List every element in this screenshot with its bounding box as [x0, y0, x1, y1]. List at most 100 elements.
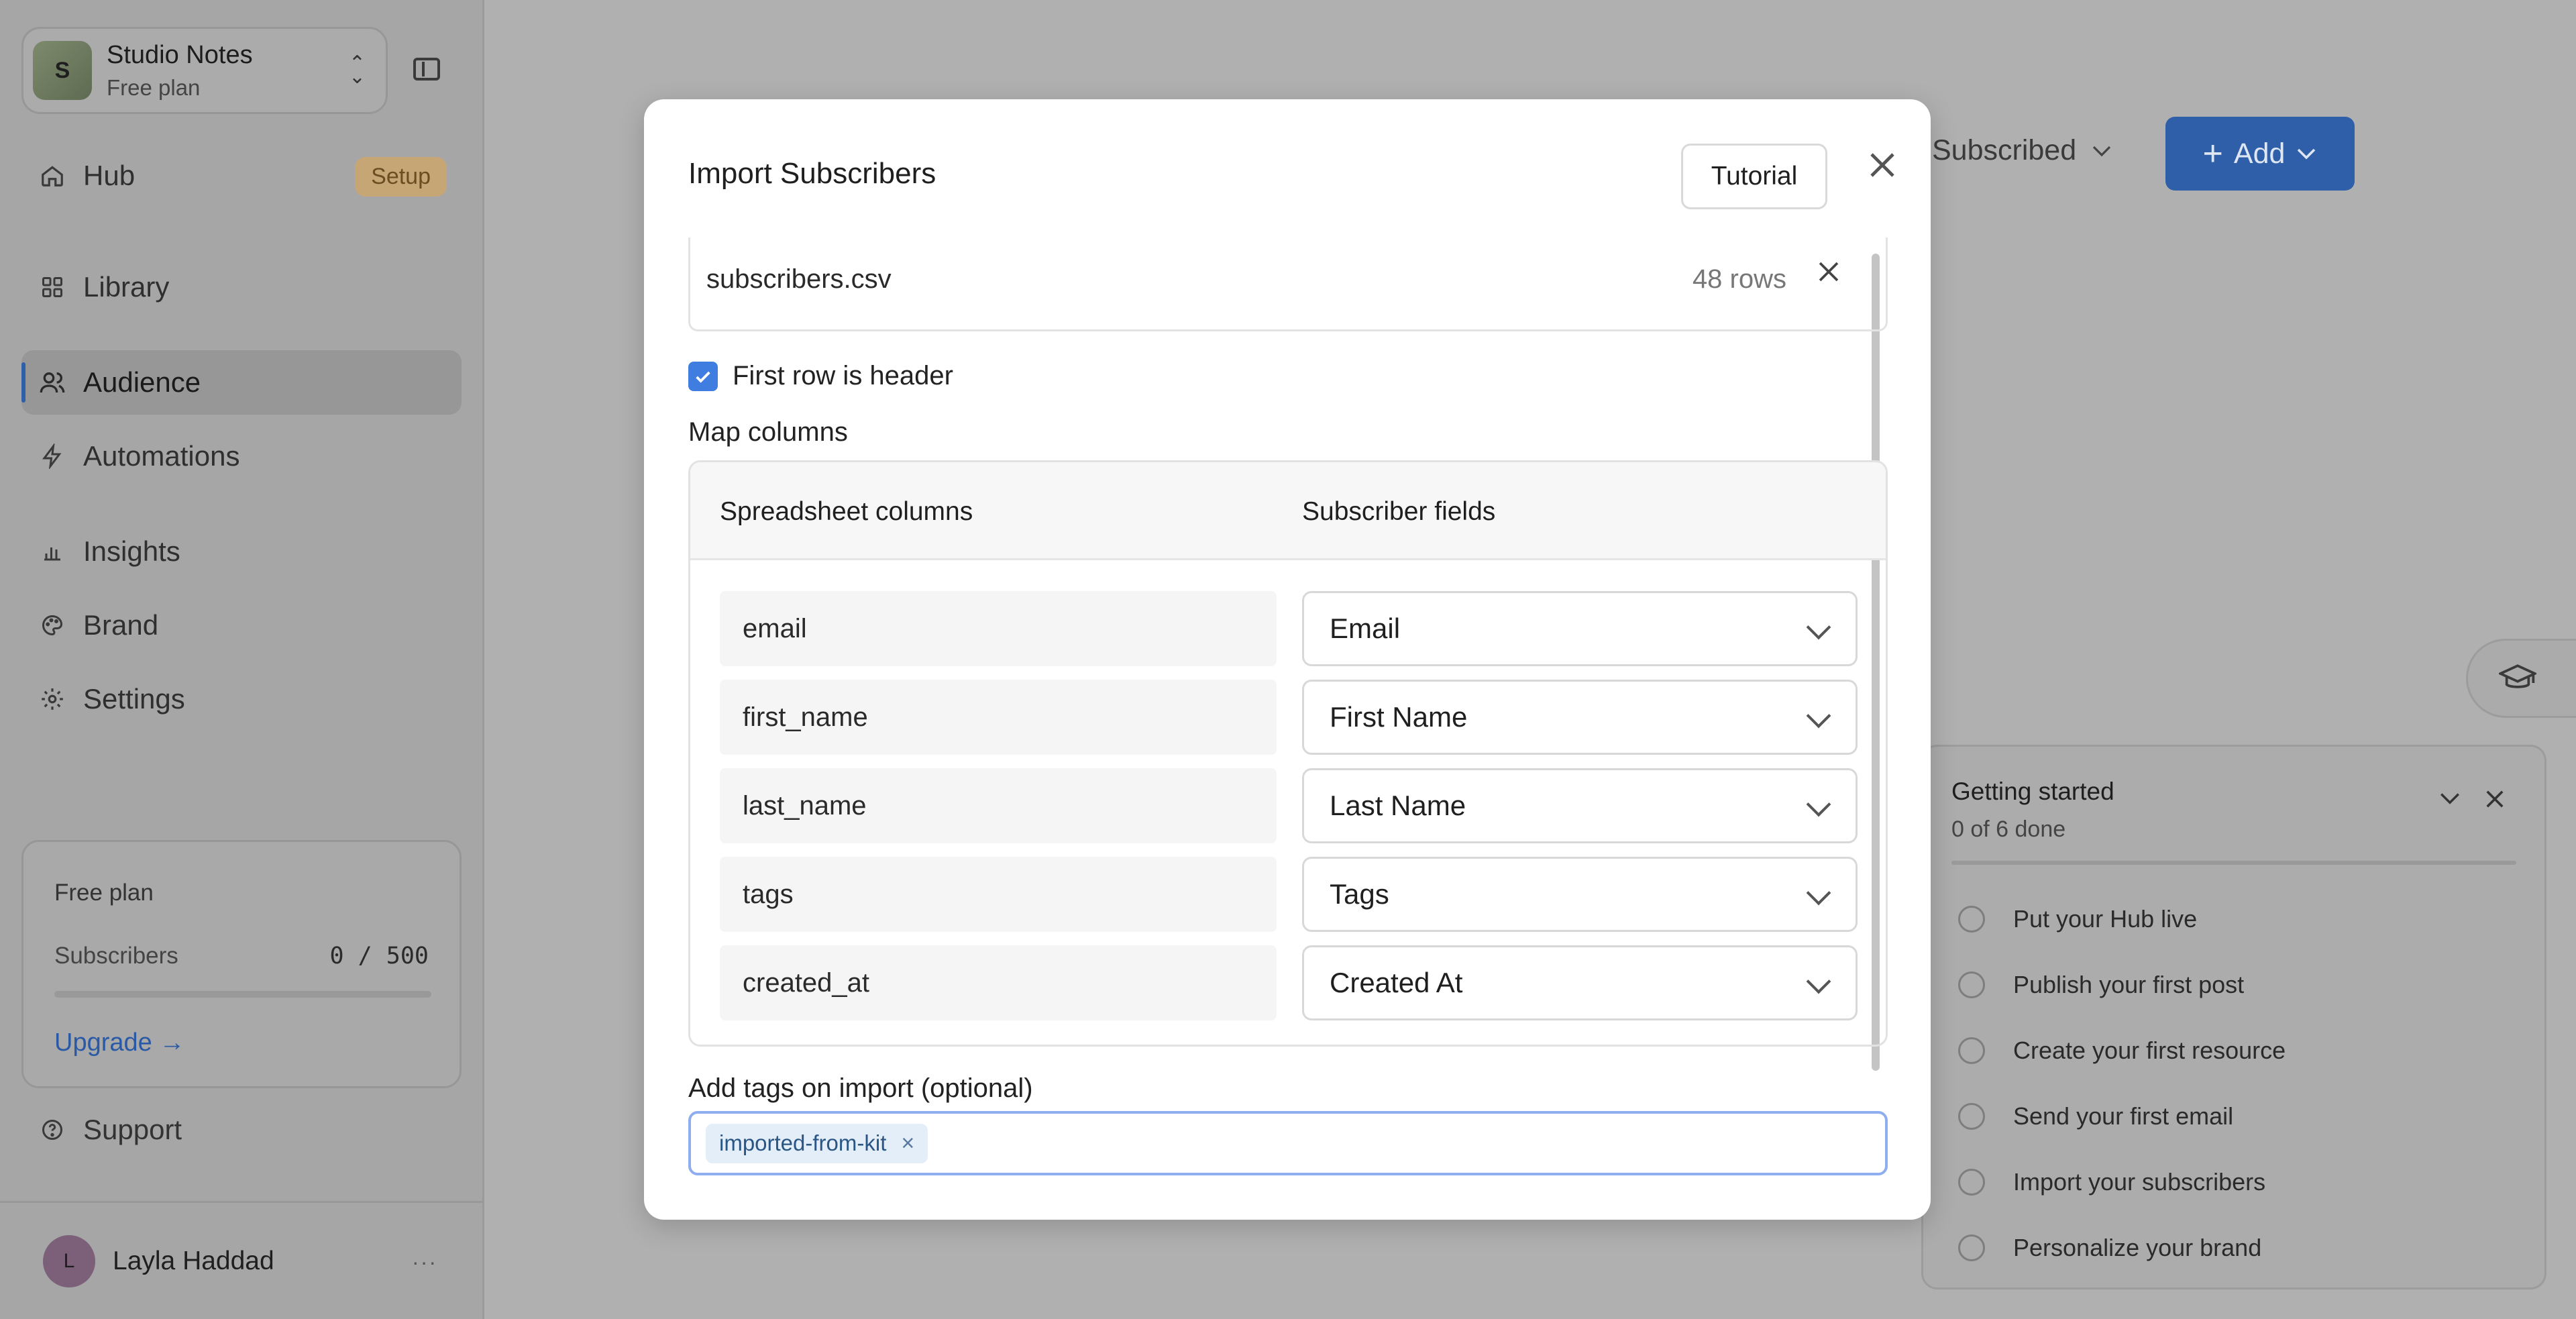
table-row: tags Tags	[690, 857, 1886, 932]
close-icon[interactable]	[1861, 144, 1904, 187]
add-button[interactable]: + Add	[2165, 117, 2355, 191]
checklist-item-label: Personalize your brand	[2013, 1234, 2262, 1261]
table-row: first_name First Name	[690, 680, 1886, 755]
first-row-header-checkbox[interactable]: First row is header	[688, 361, 953, 391]
bar-chart-icon	[39, 538, 66, 565]
sidebar-item-settings[interactable]: Settings	[21, 667, 462, 731]
chevron-down-icon	[1806, 880, 1831, 906]
more-options-icon[interactable]: ···	[412, 1250, 437, 1275]
add-label: Add	[2233, 137, 2286, 170]
workspace-switcher[interactable]: S Studio Notes Free plan ⌃ ⌄	[21, 27, 388, 114]
source-column: first_name	[720, 680, 1277, 755]
sidebar-item-hub[interactable]: Hub Setup	[21, 144, 462, 208]
checklist-item[interactable]: Send your first email	[1958, 1102, 2233, 1130]
sidebar-item-label: Audience	[83, 366, 201, 398]
radio-circle-icon[interactable]	[1958, 971, 1985, 998]
file-row-count: 48 rows	[1692, 264, 1786, 294]
checklist-item-label: Put your Hub live	[2013, 905, 2198, 933]
sidebar-item-library[interactable]: Library	[21, 255, 462, 319]
palette-icon	[39, 612, 66, 639]
subscribers-label: Subscribers	[54, 943, 178, 969]
chevron-down-icon[interactable]	[2438, 791, 2461, 806]
source-column: email	[720, 591, 1277, 666]
sidebar-item-label: Insights	[83, 535, 180, 567]
checklist-item[interactable]: Personalize your brand	[1958, 1234, 2261, 1262]
sidebar-item-label: Hub	[83, 160, 136, 191]
help-circle-icon	[39, 1116, 66, 1143]
table-row: created_at Created At	[690, 945, 1886, 1020]
field-select[interactable]: First Name	[1302, 680, 1858, 755]
source-column: last_name	[720, 768, 1277, 843]
user-name: Layla Haddad	[113, 1246, 274, 1275]
getting-started-title: Getting started	[1951, 778, 2114, 805]
graduation-cap-icon[interactable]	[2466, 639, 2576, 718]
field-select-value: First Name	[1330, 701, 1468, 733]
checklist-item-label: Send your first email	[2013, 1102, 2234, 1130]
tag-chip: imported-from-kit ×	[706, 1123, 928, 1163]
checklist-item-label: Import your subscribers	[2013, 1168, 2266, 1196]
remove-file-icon[interactable]	[1813, 256, 1844, 287]
checklist-item[interactable]: Import your subscribers	[1958, 1168, 2265, 1196]
avatar: L	[43, 1234, 95, 1287]
radio-circle-icon[interactable]	[1958, 1234, 1985, 1261]
sidebar-item-audience[interactable]: Audience	[21, 350, 462, 415]
radio-circle-icon[interactable]	[1958, 1103, 1985, 1130]
user-menu[interactable]: L Layla Haddad ···	[0, 1201, 484, 1319]
subscribed-filter-dropdown[interactable]: Subscribed	[1932, 134, 2112, 167]
field-select-value: Email	[1330, 613, 1401, 644]
chevron-down-icon	[1806, 615, 1831, 640]
checkbox-label: First row is header	[733, 361, 953, 390]
source-column: created_at	[720, 945, 1277, 1020]
sidebar-item-insights[interactable]: Insights	[21, 519, 462, 584]
radio-circle-icon[interactable]	[1958, 906, 1985, 933]
uploaded-file-row: subscribers.csv 48 rows	[688, 238, 1888, 331]
field-select[interactable]: Created At	[1302, 945, 1858, 1020]
tags-input[interactable]: imported-from-kit ×	[688, 1111, 1888, 1175]
setup-badge[interactable]: Setup	[355, 157, 447, 197]
table-header: Spreadsheet columns Subscriber fields	[690, 462, 1886, 560]
tags-label: Add tags on import (optional)	[688, 1073, 1033, 1103]
field-select[interactable]: Tags	[1302, 857, 1858, 932]
field-select[interactable]: Last Name	[1302, 768, 1858, 843]
checklist-item-label: Create your first resource	[2013, 1037, 2286, 1064]
chevron-down-icon	[1806, 969, 1831, 994]
gear-icon	[39, 686, 66, 713]
grid-icon	[39, 274, 66, 301]
chevron-down-icon	[1806, 703, 1831, 729]
remove-tag-icon[interactable]: ×	[901, 1130, 914, 1157]
plus-icon: +	[2202, 134, 2223, 173]
radio-circle-icon[interactable]	[1958, 1037, 1985, 1064]
upgrade-link[interactable]: Upgrade →	[54, 1028, 184, 1057]
chevron-down-icon	[2093, 146, 2111, 156]
chevron-down-icon	[1806, 792, 1831, 817]
checkbox-checked-icon[interactable]	[688, 361, 718, 391]
tutorial-button[interactable]: Tutorial	[1681, 144, 1827, 209]
checklist-item[interactable]: Create your first resource	[1958, 1037, 2286, 1065]
field-select-value: Tags	[1330, 878, 1389, 910]
sidebar-item-label: Automations	[83, 440, 240, 472]
checklist-item[interactable]: Publish your first post	[1958, 971, 2244, 999]
progress-divider	[1951, 861, 2516, 865]
workspace-plan: Free plan	[107, 74, 201, 100]
sidebar-toggle-icon[interactable]	[413, 58, 440, 81]
checklist-item-label: Publish your first post	[2013, 971, 2245, 998]
support-link[interactable]: Support	[39, 1114, 182, 1146]
field-select[interactable]: Email	[1302, 591, 1858, 666]
sidebar-item-brand[interactable]: Brand	[21, 593, 462, 657]
subscribers-usage-bar	[54, 991, 431, 998]
close-icon[interactable]	[2483, 787, 2507, 811]
table-row: last_name Last Name	[690, 768, 1886, 843]
sidebar-item-label: Settings	[83, 683, 185, 715]
getting-started-progress: 0 of 6 done	[1951, 816, 2066, 842]
sidebar-item-automations[interactable]: Automations	[21, 424, 462, 488]
sidebar-item-label: Brand	[83, 609, 159, 641]
plan-card: Free plan Subscribers 0 / 500 Upgrade →	[21, 840, 462, 1088]
checklist-item[interactable]: Put your Hub live	[1958, 905, 2197, 933]
chevron-up-down-icon: ⌃ ⌄	[348, 52, 366, 88]
tag-chip-label: imported-from-kit	[719, 1130, 887, 1155]
table-row: email Email	[690, 591, 1886, 666]
modal-title: Import Subscribers	[688, 157, 936, 190]
getting-started-panel: Getting started 0 of 6 done Put your Hub…	[1921, 745, 2546, 1289]
radio-circle-icon[interactable]	[1958, 1169, 1985, 1196]
plan-title: Free plan	[54, 880, 154, 906]
